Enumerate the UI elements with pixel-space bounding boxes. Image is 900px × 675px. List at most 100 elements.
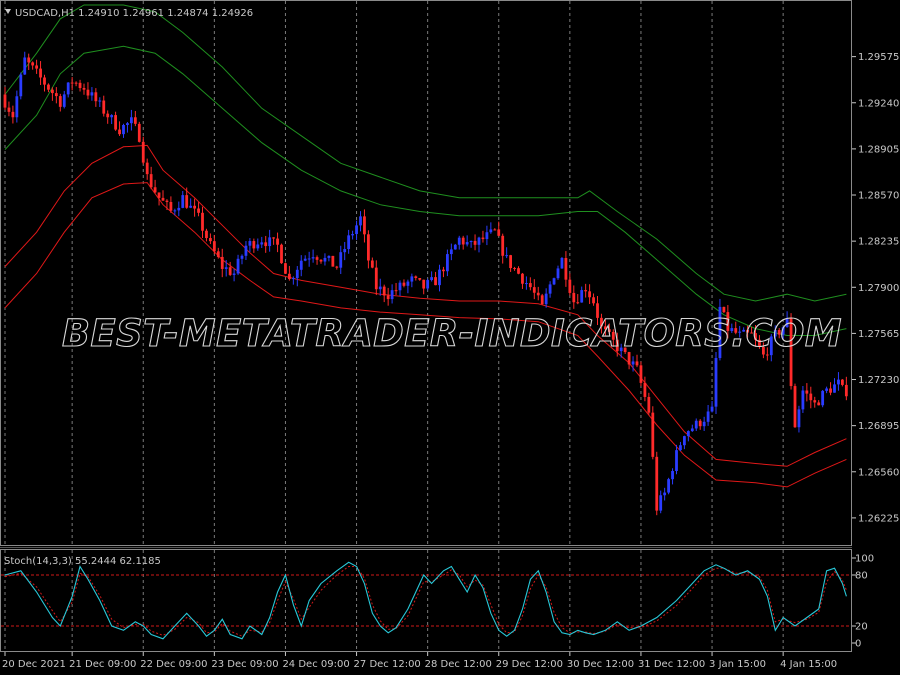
bull-candle-body bbox=[181, 195, 185, 208]
price-tick-label: 1.27230 bbox=[858, 375, 899, 386]
candlestick-series bbox=[3, 51, 848, 516]
bear-candle-body bbox=[809, 393, 813, 401]
bear-candle-body bbox=[319, 259, 323, 262]
bull-candle-body bbox=[710, 406, 714, 412]
bear-candle-body bbox=[651, 412, 655, 457]
stoch-tick-label: 20 bbox=[855, 622, 868, 633]
time-axis: 20 Dec 2021 21 Dec 09:00 22 Dec 09:00 23 De… bbox=[2, 652, 837, 670]
bear-candle-body bbox=[153, 187, 157, 193]
bear-candle-body bbox=[47, 84, 50, 90]
bull-candle-body bbox=[505, 255, 509, 257]
bear-candle-body bbox=[70, 82, 74, 84]
time-tick-label: 29 Dec 12:00 bbox=[496, 659, 563, 670]
bull-candle-body bbox=[240, 255, 244, 259]
bear-candle-body bbox=[74, 82, 78, 84]
bull-candle-body bbox=[675, 450, 678, 471]
bear-candle-body bbox=[220, 256, 224, 269]
bear-candle-body bbox=[592, 297, 595, 304]
bear-candle-body bbox=[509, 255, 512, 269]
bear-candle-body bbox=[461, 237, 465, 245]
bear-candle-body bbox=[94, 92, 98, 102]
bear-candle-body bbox=[540, 295, 544, 305]
bull-candle-body bbox=[406, 281, 410, 286]
bull-candle-body bbox=[347, 235, 351, 250]
watermark-text: BEST-METATRADER-INDICATORS.COM bbox=[62, 312, 842, 355]
bear-candle-body bbox=[331, 255, 335, 267]
bull-candle-body bbox=[15, 96, 19, 118]
bear-candle-body bbox=[335, 266, 339, 268]
bear-candle-body bbox=[434, 277, 437, 286]
bear-candle-body bbox=[367, 234, 370, 261]
bear-candle-body bbox=[197, 208, 200, 213]
bull-candle-body bbox=[552, 278, 556, 285]
bull-candle-body bbox=[343, 249, 347, 253]
bear-candle-body bbox=[315, 257, 319, 260]
bull-candle-body bbox=[438, 269, 441, 286]
bear-candle-body bbox=[481, 237, 485, 240]
price-tick-label: 1.29575 bbox=[858, 52, 899, 63]
bear-candle-body bbox=[363, 216, 366, 235]
bull-candle-body bbox=[449, 249, 453, 255]
bull-candle-body bbox=[556, 268, 560, 279]
bear-candle-body bbox=[201, 212, 204, 231]
bull-candle-body bbox=[426, 280, 430, 289]
chart-info-label: USDCAD,H1 1.24910 1.24961 1.24874 1.2492… bbox=[15, 8, 253, 19]
bear-candle-body bbox=[35, 65, 38, 69]
bear-candle-body bbox=[521, 273, 524, 284]
bear-candle-body bbox=[264, 242, 268, 247]
bear-candle-body bbox=[817, 402, 821, 406]
bull-candle-body bbox=[19, 74, 23, 97]
bear-candle-body bbox=[643, 382, 647, 397]
bull-candle-body bbox=[659, 495, 663, 511]
bull-candle-body bbox=[690, 428, 694, 432]
bull-candle-body bbox=[323, 257, 327, 262]
bull-candle-body bbox=[837, 379, 840, 385]
bear-candle-body bbox=[497, 229, 501, 236]
bear-candle-body bbox=[793, 386, 797, 428]
bear-candle-body bbox=[655, 456, 659, 511]
bull-candle-body bbox=[390, 290, 394, 300]
bear-candle-body bbox=[422, 279, 426, 289]
bear-candle-body bbox=[272, 237, 275, 239]
bear-candle-body bbox=[647, 396, 651, 413]
bull-candle-body bbox=[122, 124, 125, 135]
upper-band-inner-line bbox=[4, 45, 847, 336]
bear-candle-body bbox=[442, 269, 445, 272]
bear-candle-body bbox=[374, 267, 378, 290]
bull-candle-body bbox=[667, 479, 670, 493]
bear-candle-body bbox=[639, 365, 643, 383]
price-tick-label: 1.29240 bbox=[858, 98, 899, 109]
time-tick-label: 23 Dec 09:00 bbox=[211, 659, 278, 670]
bull-candle-body bbox=[801, 390, 805, 410]
chart-canvas[interactable]: BEST-METATRADER-INDICATORS.COM 1.29575 1.… bbox=[0, 0, 900, 675]
bear-candle-body bbox=[805, 390, 809, 394]
bear-candle-body bbox=[27, 57, 31, 63]
bull-candle-body bbox=[248, 241, 252, 246]
bull-candle-body bbox=[683, 436, 686, 446]
time-tick-label: 31 Dec 12:00 bbox=[638, 659, 705, 670]
chart-menu-triangle-icon[interactable] bbox=[5, 9, 11, 14]
bull-candle-body bbox=[110, 115, 114, 118]
price-tick-label: 1.28570 bbox=[858, 191, 899, 202]
time-tick-label: 22 Dec 09:00 bbox=[140, 659, 207, 670]
bull-candle-body bbox=[821, 390, 825, 406]
bull-candle-body bbox=[489, 229, 493, 233]
bear-candle-body bbox=[193, 205, 196, 209]
bear-candle-body bbox=[7, 107, 11, 112]
bear-candle-body bbox=[106, 113, 110, 118]
bull-candle-body bbox=[477, 237, 481, 245]
stoch-tick-label: 100 bbox=[855, 554, 874, 565]
price-tick-label: 1.28905 bbox=[858, 144, 899, 155]
bull-candle-body bbox=[359, 216, 362, 226]
bull-candle-body bbox=[295, 269, 299, 279]
bear-candle-body bbox=[414, 276, 418, 279]
bull-candle-body bbox=[351, 234, 354, 236]
bear-candle-body bbox=[829, 388, 832, 393]
bear-candle-body bbox=[78, 82, 82, 89]
bull-candle-body bbox=[126, 123, 129, 125]
bull-candle-body bbox=[232, 273, 236, 275]
bear-candle-body bbox=[39, 68, 42, 78]
stochastic-series bbox=[1, 561, 851, 640]
bear-candle-body bbox=[386, 295, 390, 300]
bull-candle-body bbox=[446, 254, 449, 272]
